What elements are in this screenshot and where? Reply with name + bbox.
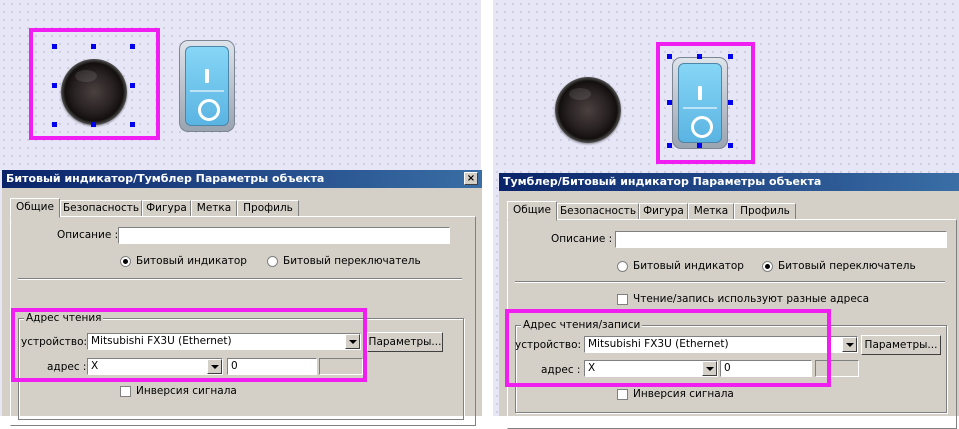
separate-addresses-label: Чтение/запись используют разные адреса <box>633 293 870 305</box>
tab-label[interactable]: Метка <box>191 200 237 217</box>
separate-addresses-checkbox[interactable] <box>617 294 628 305</box>
radio-bit-switch[interactable] <box>762 261 773 272</box>
dialog-title: Тумблер/Битовый индикатор Параметры объе… <box>499 173 959 191</box>
invert-signal-checkbox[interactable] <box>617 389 628 400</box>
tab-profile[interactable]: Профиль <box>237 200 299 217</box>
resize-handle[interactable] <box>130 44 135 49</box>
bit-indicator-lamp-icon[interactable] <box>555 77 621 143</box>
separator <box>18 278 462 280</box>
invert-signal-checkbox[interactable] <box>120 386 131 397</box>
read-address-highlight <box>11 308 367 382</box>
description-field[interactable] <box>118 227 450 244</box>
resize-handle[interactable] <box>728 54 733 59</box>
resize-handle[interactable] <box>728 143 733 148</box>
tab-shape[interactable]: Фигура <box>142 200 191 217</box>
dialog-title: Битовый индикатор/Тумблер Параметры объе… <box>2 170 482 188</box>
resize-handle[interactable] <box>52 44 57 49</box>
tab-profile[interactable]: Профиль <box>734 203 796 220</box>
radio-bit-indicator[interactable] <box>617 261 628 272</box>
resize-handle[interactable] <box>91 122 96 127</box>
switch-face <box>185 46 229 126</box>
resize-handle[interactable] <box>697 143 702 148</box>
invert-signal-label: Инверсия сигнала <box>633 388 734 400</box>
radio-bit-switch-label: Битовый переключатель <box>283 255 421 267</box>
description-label: Описание : <box>551 233 613 245</box>
resize-handle[interactable] <box>130 83 135 88</box>
tab-strip: Общие Безопасность Фигура Метка Профиль <box>10 198 310 218</box>
description-label: Описание : <box>57 229 119 241</box>
resize-handle[interactable] <box>667 54 672 59</box>
resize-handle[interactable] <box>52 122 57 127</box>
tab-security[interactable]: Безопасность <box>557 203 639 220</box>
close-button[interactable]: × <box>464 172 478 185</box>
tab-general[interactable]: Общие <box>10 198 60 218</box>
radio-bit-switch[interactable] <box>267 256 278 267</box>
tab-strip: Общие Безопасность Фигура Метка Профиль <box>507 201 807 221</box>
resize-handle[interactable] <box>697 54 702 59</box>
read-write-address-highlight <box>505 309 831 387</box>
resize-handle[interactable] <box>91 44 96 49</box>
switch-on-mark <box>205 69 209 83</box>
resize-handle[interactable] <box>667 100 672 105</box>
separator <box>515 281 945 283</box>
switch-off-mark <box>198 99 220 121</box>
description-field[interactable] <box>615 231 947 248</box>
switch-divider <box>190 90 224 92</box>
radio-bit-indicator[interactable] <box>120 256 131 267</box>
resize-handle[interactable] <box>667 143 672 148</box>
tab-general[interactable]: Общие <box>507 201 557 221</box>
radio-bit-indicator-label: Битовый индикатор <box>633 260 744 272</box>
tab-shape[interactable]: Фигура <box>639 203 688 220</box>
radio-bit-indicator-label: Битовый индикатор <box>136 255 247 267</box>
resize-handle[interactable] <box>130 122 135 127</box>
rocker-switch-icon[interactable] <box>179 40 235 132</box>
invert-signal-label: Инверсия сигнала <box>136 385 237 397</box>
resize-handle[interactable] <box>52 83 57 88</box>
tab-label[interactable]: Метка <box>688 203 734 220</box>
chevron-down-icon[interactable] <box>842 337 857 352</box>
parameters-button[interactable]: Параметры... <box>367 332 443 352</box>
panel-gap <box>481 0 493 416</box>
radio-bit-switch-label: Битовый переключатель <box>778 260 916 272</box>
resize-handle[interactable] <box>728 100 733 105</box>
tab-security[interactable]: Безопасность <box>60 200 142 217</box>
parameters-button[interactable]: Параметры... <box>861 335 941 355</box>
